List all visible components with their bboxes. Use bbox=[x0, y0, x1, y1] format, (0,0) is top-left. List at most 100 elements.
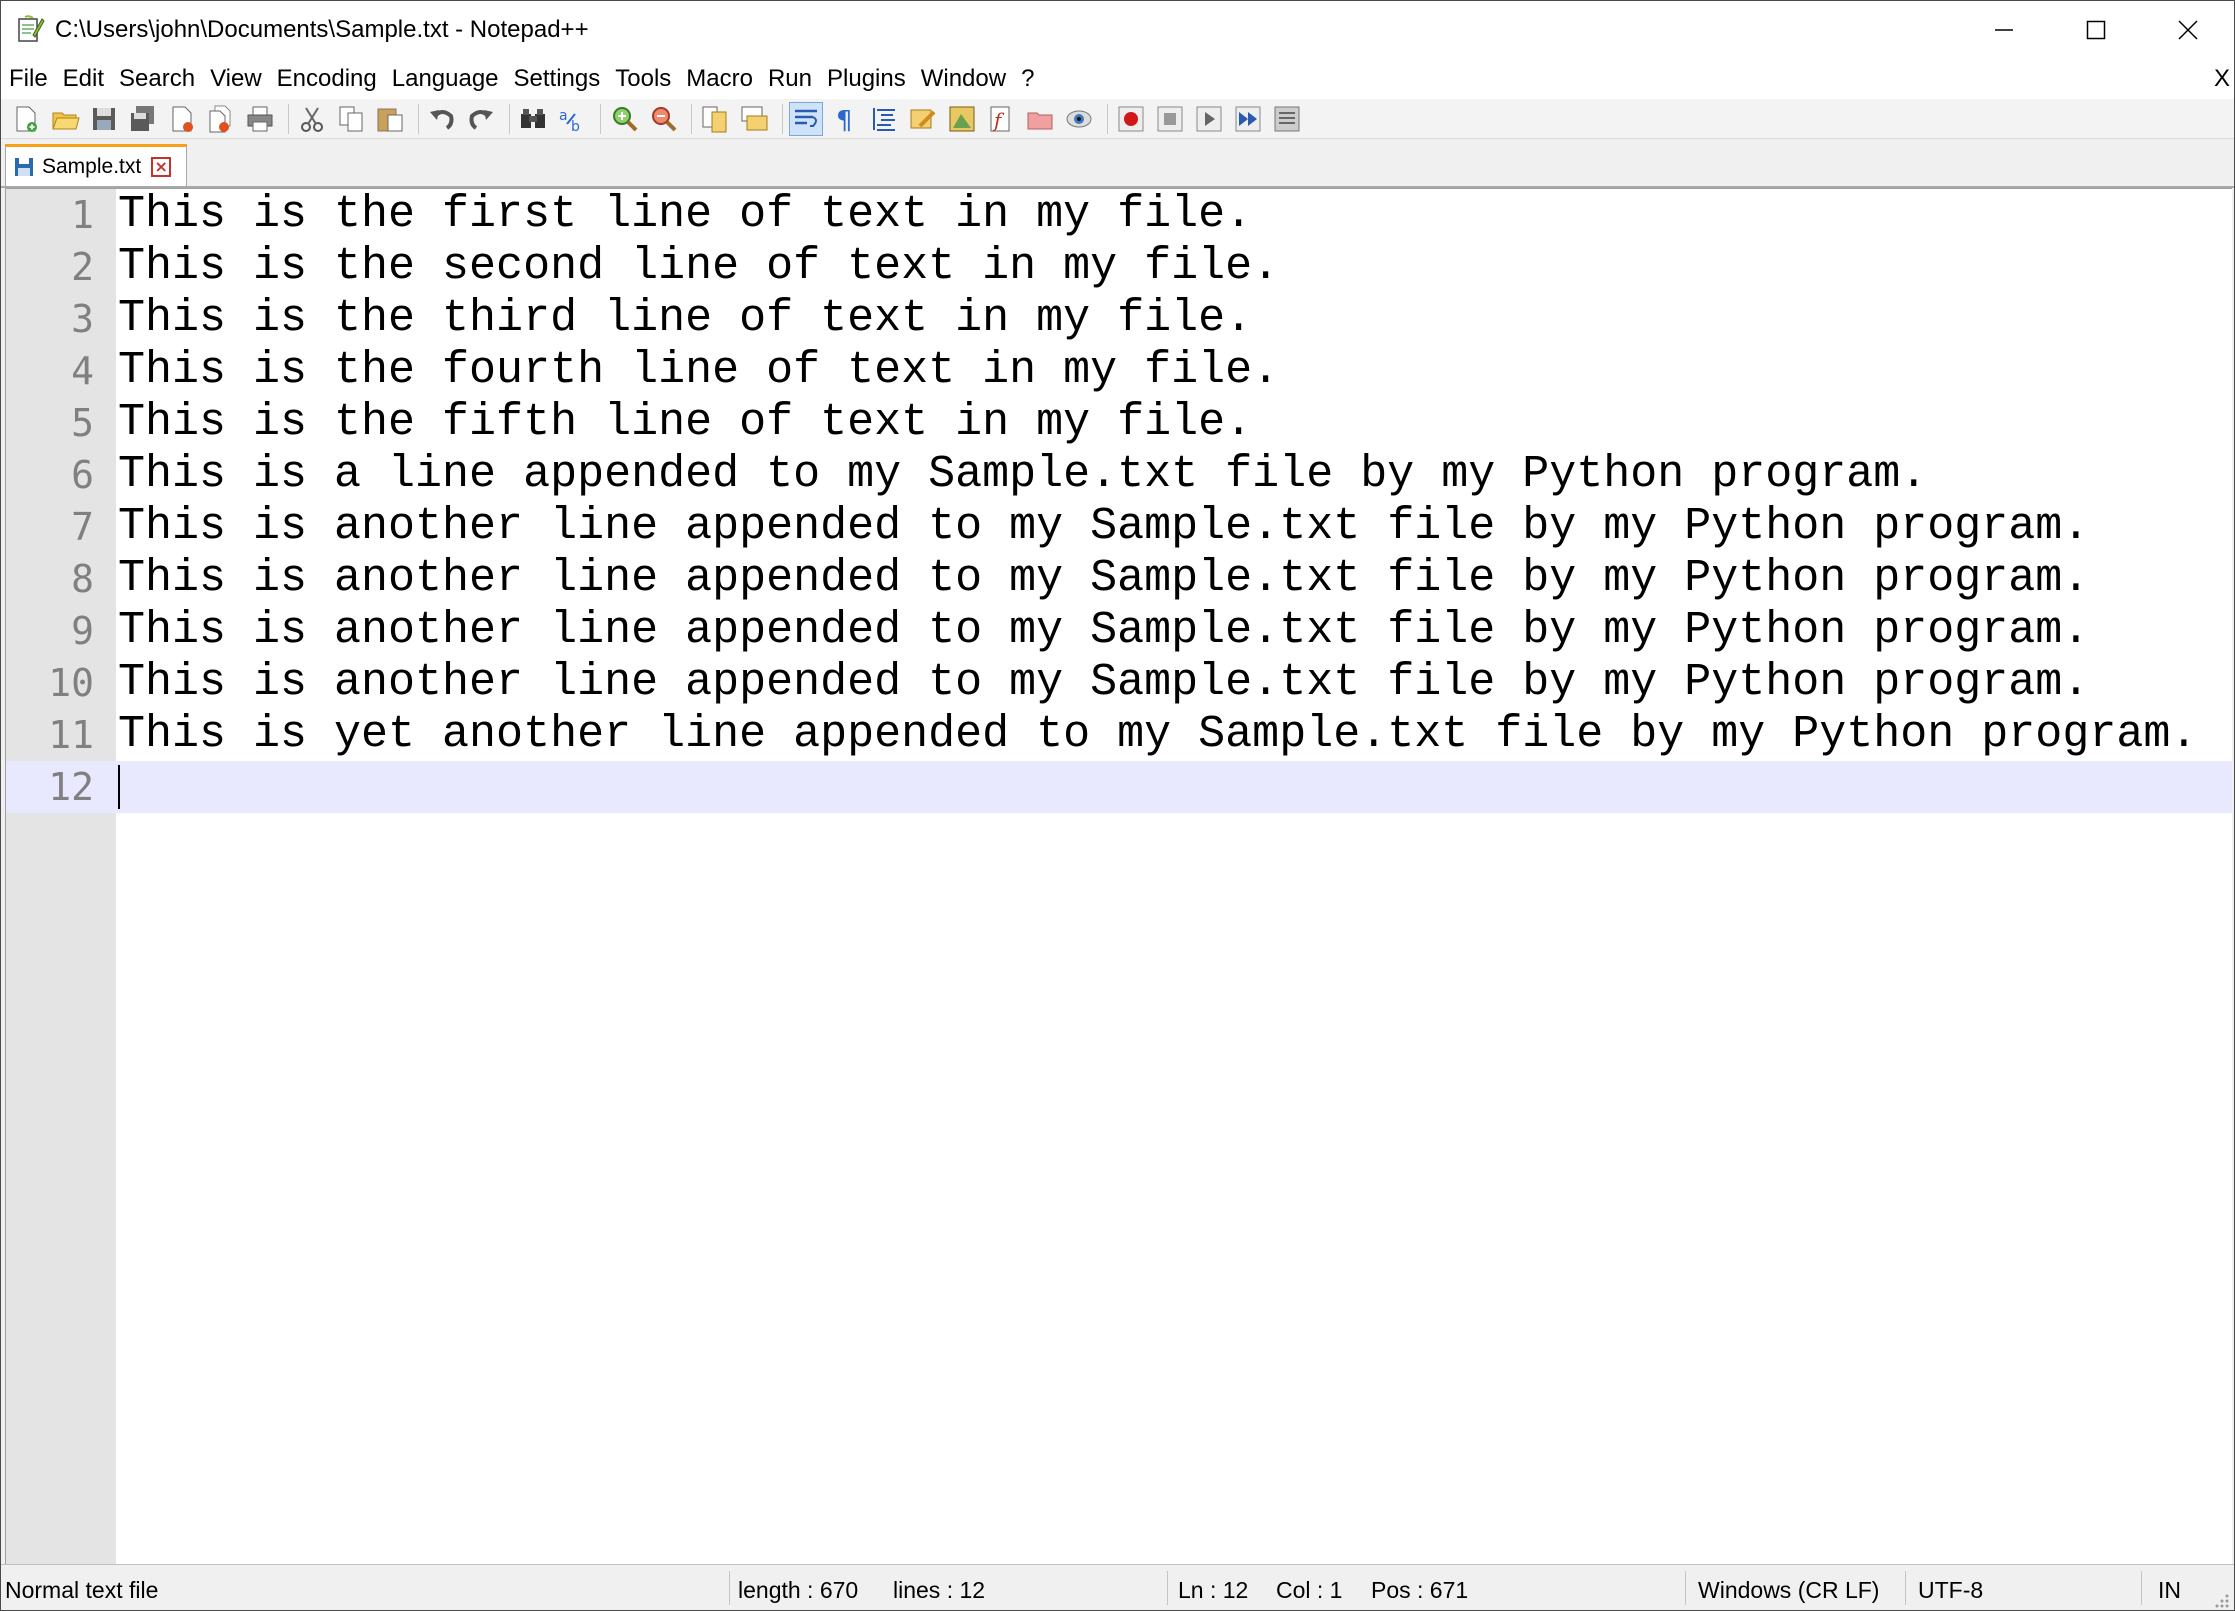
status-bar: Normal text file length : 670 lines : 12… bbox=[1, 1564, 2234, 1610]
status-lines: lines : 12 bbox=[893, 1577, 986, 1603]
menu-help[interactable]: ? bbox=[1021, 63, 1034, 95]
editor-line[interactable]: 5 This is the fifth line of text in my fi… bbox=[6, 397, 2232, 449]
menu-settings[interactable]: Settings bbox=[514, 63, 601, 95]
save-all-icon[interactable] bbox=[126, 102, 160, 136]
save-icon[interactable] bbox=[87, 102, 121, 136]
function-list-icon[interactable]: f bbox=[984, 102, 1018, 136]
line-number: 5 bbox=[71, 401, 94, 445]
menu-bar: File Edit Search View Encoding Language … bbox=[1, 59, 2234, 99]
save-macro-icon[interactable] bbox=[1270, 102, 1304, 136]
toolbar-separator bbox=[782, 103, 783, 134]
zoom-out-icon[interactable] bbox=[646, 102, 680, 136]
print-icon[interactable] bbox=[243, 102, 277, 136]
find-icon[interactable] bbox=[516, 102, 550, 136]
monitoring-icon[interactable] bbox=[1062, 102, 1096, 136]
doc-map-icon[interactable] bbox=[945, 102, 979, 136]
line-number: 9 bbox=[71, 609, 94, 653]
menu-search[interactable]: Search bbox=[119, 63, 195, 95]
line-number: 7 bbox=[71, 505, 94, 549]
line-text: This is another line appended to my Samp… bbox=[118, 605, 2090, 656]
paste-icon[interactable] bbox=[373, 102, 407, 136]
notepadpp-logo-icon bbox=[15, 15, 45, 45]
sync-horizontal-icon[interactable] bbox=[737, 102, 771, 136]
undo-icon[interactable] bbox=[425, 102, 459, 136]
play-macro-icon[interactable] bbox=[1192, 102, 1226, 136]
svg-text:b: b bbox=[571, 119, 580, 134]
line-number: 8 bbox=[71, 557, 94, 601]
line-text: This is another line appended to my Samp… bbox=[118, 657, 2090, 708]
toolbar-separator bbox=[509, 103, 510, 134]
maximize-button[interactable] bbox=[2050, 1, 2142, 59]
menu-language[interactable]: Language bbox=[392, 63, 499, 95]
line-text: This is another line appended to my Samp… bbox=[118, 501, 2090, 552]
status-file-type: Normal text file bbox=[5, 1577, 159, 1603]
editor-line[interactable]: 2 This is the second line of text in my f… bbox=[6, 241, 2232, 293]
zoom-in-icon[interactable] bbox=[607, 102, 641, 136]
menu-macro[interactable]: Macro bbox=[686, 63, 753, 95]
menu-encoding[interactable]: Encoding bbox=[277, 63, 377, 95]
menu-window[interactable]: Window bbox=[921, 63, 1006, 95]
editor-line[interactable]: 4 This is the fourth line of text in my f… bbox=[6, 345, 2232, 397]
status-eol-format[interactable]: Windows (CR LF) bbox=[1698, 1577, 1879, 1604]
record-macro-icon[interactable] bbox=[1114, 102, 1148, 136]
editor-line[interactable]: 6 This is a line appended to my Sample.tx… bbox=[6, 449, 2232, 501]
replace-icon[interactable]: ab bbox=[555, 102, 589, 136]
redo-icon[interactable] bbox=[464, 102, 498, 136]
minimize-button[interactable] bbox=[1958, 1, 2050, 59]
new-file-icon[interactable] bbox=[9, 102, 43, 136]
stop-record-icon[interactable] bbox=[1153, 102, 1187, 136]
editor-line[interactable]: 10 This is another line appended to my Sa… bbox=[6, 657, 2232, 709]
line-number: 3 bbox=[71, 297, 94, 341]
status-column: Col : 1 bbox=[1276, 1577, 1343, 1603]
editor-line[interactable]: 9 This is another line appended to my Sam… bbox=[6, 605, 2232, 657]
run-macro-multiple-icon[interactable] bbox=[1231, 102, 1265, 136]
open-file-icon[interactable] bbox=[48, 102, 82, 136]
menu-edit[interactable]: Edit bbox=[63, 63, 104, 95]
editor-line[interactable]: 1 This is the first line of text in my fi… bbox=[6, 189, 2232, 241]
indent-guide-icon[interactable] bbox=[867, 102, 901, 136]
editor-line[interactable]: 7 This is another line appended to my Sam… bbox=[6, 501, 2232, 553]
status-position: Pos : 671 bbox=[1371, 1577, 1469, 1603]
line-text: This is a line appended to my Sample.txt… bbox=[118, 449, 1928, 500]
menu-tools[interactable]: Tools bbox=[615, 63, 671, 95]
tab-label: Sample.txt bbox=[42, 154, 142, 178]
editor-line[interactable]: 11 This is yet another line appended to m… bbox=[6, 709, 2232, 761]
minimize-icon bbox=[1995, 29, 2013, 31]
status-insert-mode[interactable]: IN bbox=[2158, 1577, 2181, 1604]
title-bar[interactable]: C:\Users\john\Documents\Sample.txt - Not… bbox=[1, 1, 2234, 59]
line-number: 1 bbox=[71, 193, 94, 237]
maximize-icon bbox=[2086, 20, 2106, 40]
editor-line[interactable]: 8 This is another line appended to my Sam… bbox=[6, 553, 2232, 605]
user-language-icon[interactable] bbox=[906, 102, 940, 136]
show-all-chars-icon[interactable]: ¶ bbox=[828, 102, 862, 136]
folder-workspace-icon[interactable] bbox=[1023, 102, 1057, 136]
text-editor[interactable]: 1 This is the first line of text in my fi… bbox=[5, 188, 2232, 1564]
toolbar-separator bbox=[1107, 103, 1108, 134]
line-text: This is the third line of text in my fil… bbox=[118, 293, 1253, 344]
status-separator bbox=[1905, 1571, 1906, 1605]
cut-icon[interactable] bbox=[295, 102, 329, 136]
word-wrap-icon[interactable] bbox=[789, 101, 823, 136]
tab-sample-txt[interactable]: Sample.txt × bbox=[5, 144, 187, 186]
close-all-icon[interactable] bbox=[204, 102, 238, 136]
close-document-button[interactable]: X bbox=[2214, 65, 2230, 93]
copy-icon[interactable] bbox=[334, 102, 368, 136]
menu-view[interactable]: View bbox=[210, 63, 262, 95]
menu-plugins[interactable]: Plugins bbox=[827, 63, 906, 95]
menu-run[interactable]: Run bbox=[768, 63, 812, 95]
resize-grip-icon[interactable] bbox=[2212, 1591, 2230, 1609]
close-file-icon[interactable] bbox=[165, 102, 199, 136]
editor-line[interactable]: 3 This is the third line of text in my fi… bbox=[6, 293, 2232, 345]
editor-line[interactable]: 12 bbox=[6, 761, 2232, 813]
close-icon bbox=[2178, 20, 2198, 40]
line-text: This is the fifth line of text in my fil… bbox=[118, 397, 1253, 448]
status-encoding[interactable]: UTF-8 bbox=[1918, 1577, 1983, 1604]
text-caret bbox=[118, 765, 120, 809]
line-number: 2 bbox=[71, 245, 94, 289]
menu-file[interactable]: File bbox=[9, 63, 48, 95]
close-window-button[interactable] bbox=[2142, 1, 2234, 59]
window-title: C:\Users\john\Documents\Sample.txt - Not… bbox=[55, 16, 589, 43]
sync-vertical-icon[interactable] bbox=[698, 102, 732, 136]
toolbar: ab ¶ f bbox=[1, 99, 2234, 139]
tab-close-button[interactable]: × bbox=[151, 156, 172, 177]
